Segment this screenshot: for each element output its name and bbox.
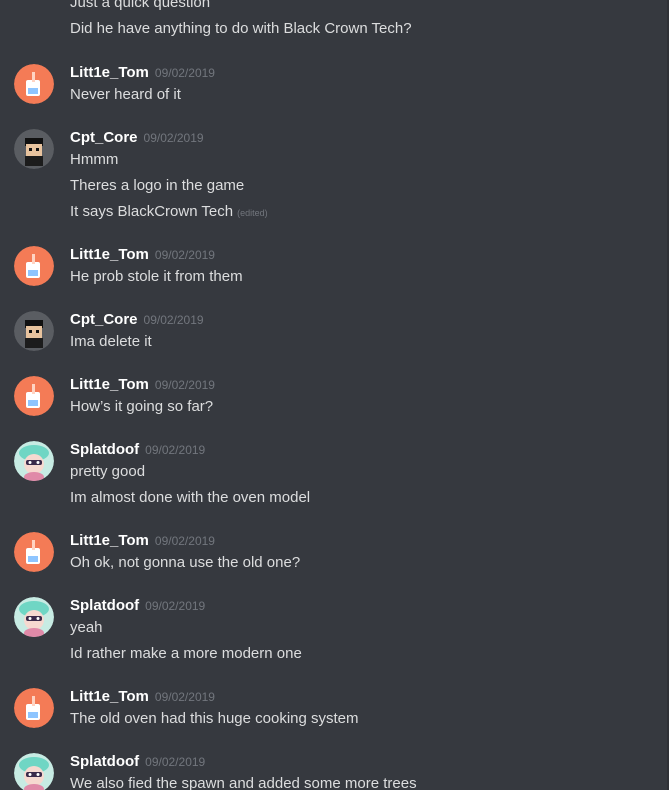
pixel-character-avatar[interactable] [14, 311, 54, 351]
username[interactable]: Splatdoof [70, 441, 139, 458]
username[interactable]: Litt1e_Tom [70, 688, 149, 705]
timestamp: 09/02/2019 [154, 378, 215, 392]
cup-drink-avatar[interactable] [14, 64, 54, 104]
message-text: Theres a logo in the game [70, 177, 245, 194]
timestamp: 09/02/2019 [145, 443, 206, 457]
username[interactable]: Litt1e_Tom [70, 376, 149, 393]
message-text: Just a quick question [70, 0, 211, 11]
message-text: Id rather make a more modern one [70, 645, 302, 662]
message-text: Ima delete it [70, 333, 152, 350]
inkling-character-avatar[interactable] [14, 441, 54, 481]
timestamp: 09/02/2019 [154, 690, 215, 704]
message-text: Never heard of it [70, 86, 181, 103]
timestamp: 09/02/2019 [143, 131, 204, 145]
username[interactable]: Litt1e_Tom [70, 246, 149, 263]
cup-drink-avatar[interactable] [14, 532, 54, 572]
username[interactable]: Cpt_Core [70, 129, 138, 146]
timestamp: 09/02/2019 [145, 599, 206, 613]
timestamp: 09/02/2019 [154, 66, 215, 80]
pixel-character-avatar[interactable] [14, 129, 54, 169]
message-text: Did he have anything to do with Black Cr… [70, 20, 412, 37]
cup-drink-avatar[interactable] [14, 376, 54, 416]
message-text: yeah [70, 619, 103, 636]
username[interactable]: Cpt_Core [70, 311, 138, 328]
timestamp: 09/02/2019 [143, 313, 204, 327]
inkling-character-avatar[interactable] [14, 597, 54, 637]
message-text: He prob stole it from them [70, 268, 243, 285]
message-text: How’s it going so far? [70, 398, 214, 415]
timestamp: 09/02/2019 [154, 534, 215, 548]
message-text: It says BlackCrown Tech [70, 203, 234, 220]
message-text: The old oven had this huge cooking syste… [70, 710, 359, 727]
chat-message-list[interactable]: Just a quick question Did he have anythi… [0, 0, 669, 790]
message-text-line: It says BlackCrown Tech (edited) [70, 203, 268, 222]
cup-drink-avatar[interactable] [14, 688, 54, 728]
message-text: Oh ok, not gonna use the old one? [70, 554, 301, 571]
username[interactable]: Litt1e_Tom [70, 64, 149, 81]
message-text: Im almost done with the oven model [70, 489, 311, 506]
timestamp: 09/02/2019 [154, 248, 215, 262]
inkling-character-avatar[interactable] [14, 753, 54, 790]
edited-tag: (edited) [237, 208, 268, 218]
message-text: pretty good [70, 463, 146, 480]
username[interactable]: Splatdoof [70, 753, 139, 770]
username[interactable]: Litt1e_Tom [70, 532, 149, 549]
timestamp: 09/02/2019 [145, 755, 206, 769]
username[interactable]: Splatdoof [70, 597, 139, 614]
cup-drink-avatar[interactable] [14, 246, 54, 286]
message-text: Hmmm [70, 151, 119, 168]
message-text: We also fied the spawn and added some mo… [70, 775, 417, 790]
